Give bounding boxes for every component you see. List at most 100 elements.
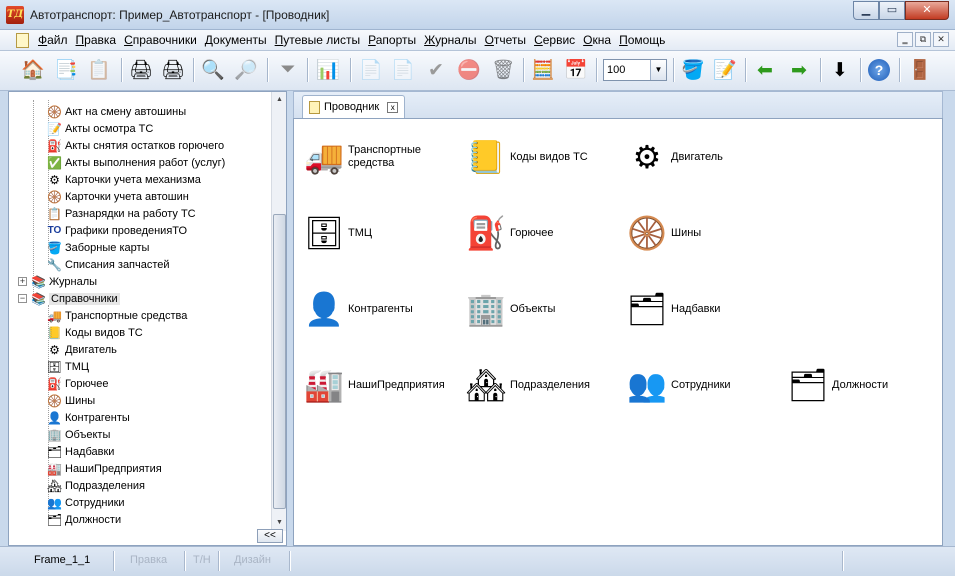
explorer-tile[interactable]: 🚚 Транспортные средства: [300, 133, 430, 181]
tree-item[interactable]: ⚙ Карточки учета механизма: [47, 171, 201, 188]
tree-item[interactable]: ✅ Акты выполнения работ (услуг): [47, 154, 225, 171]
minimize-button[interactable]: ▁: [853, 1, 879, 20]
tree-item-icon: 👥: [47, 495, 62, 510]
menu-item[interactable]: Документы: [205, 33, 273, 47]
zoom-combobox[interactable]: ▼: [603, 59, 667, 81]
paste-icon[interactable]: 📋: [86, 57, 112, 83]
filter-icon[interactable]: ⏷: [275, 57, 301, 83]
tree-item[interactable]: 🏢 Объекты: [47, 426, 110, 443]
help-icon[interactable]: ?: [868, 59, 890, 81]
tab-explorer[interactable]: Проводник x: [302, 95, 406, 118]
notes-icon[interactable]: 📝: [712, 57, 738, 83]
explorer-tile[interactable]: 🏢 Объекты: [462, 285, 555, 333]
tree-item[interactable]: 🗂 Надбавки: [47, 443, 115, 460]
tree-item-label: Надбавки: [65, 445, 115, 458]
tree-item[interactable]: 🗄 ТМЦ: [47, 358, 89, 375]
menu-item[interactable]: Рапорты: [368, 33, 422, 47]
tree-item[interactable]: ТО Графики проведенияТО: [47, 222, 187, 239]
tree-item[interactable]: 🪣 Заборные карты: [47, 239, 149, 256]
close-button[interactable]: ✕: [905, 1, 949, 20]
tree-item[interactable]: 📋 Разнарядки на работу ТС: [47, 205, 196, 222]
explorer-tile[interactable]: 👤 Контрагенты: [300, 285, 413, 333]
calendar-icon[interactable]: 📅: [563, 57, 589, 83]
explorer-tile[interactable]: 🗂 Должности: [784, 361, 888, 409]
download-icon[interactable]: ⬇: [827, 57, 853, 83]
back-icon[interactable]: ⬅: [752, 57, 778, 83]
tree-item[interactable]: ⛽ Акты снятия остатков горючего: [47, 137, 224, 154]
tree-item-label: Акт на смену автошины: [65, 105, 187, 118]
maximize-button[interactable]: ▭: [879, 1, 905, 20]
tree-item[interactable]: 🏘 Подразделения: [47, 477, 145, 494]
menu-item[interactable]: Сервис: [534, 33, 581, 47]
tile-icon: 🏘: [465, 367, 507, 403]
tree-item[interactable]: 👤 Контрагенты: [47, 409, 130, 426]
home-icon[interactable]: 🏠: [20, 57, 46, 83]
approve-icon[interactable]: ✔: [423, 57, 449, 83]
tree-item[interactable]: 🏭 НашиПредприятия: [47, 460, 162, 477]
scroll-up-icon[interactable]: ▲: [273, 93, 286, 107]
copy-docs-icon[interactable]: 📑: [53, 57, 79, 83]
explorer-tile[interactable]: 🛞 Шины: [623, 209, 701, 257]
tree-item[interactable]: 📝 Акты осмотра ТС: [47, 120, 153, 137]
menu-item[interactable]: Окна: [583, 33, 617, 47]
tree-item[interactable]: 📚 Журналы: [31, 273, 97, 290]
tile-icon: 🛞: [627, 215, 667, 251]
scrollbar-thumb[interactable]: [273, 214, 286, 509]
reject-icon[interactable]: ⛔: [456, 57, 482, 83]
menu-item[interactable]: Путевые листы: [275, 33, 367, 47]
tree-item[interactable]: 🗂 Должности: [47, 511, 121, 528]
explorer-tile[interactable]: 🗄 ТМЦ: [300, 209, 372, 257]
calculator-icon[interactable]: 🧮: [530, 57, 556, 83]
explorer-tile[interactable]: 👥 Сотрудники: [623, 361, 731, 409]
stack-icon[interactable]: 🪣: [680, 57, 706, 83]
tree-item-icon: 🚚: [47, 308, 62, 323]
explorer-tile[interactable]: ⛽ Горючее: [462, 209, 553, 257]
copy-doc-icon[interactable]: 📄: [390, 57, 416, 83]
menu-item[interactable]: Файл: [38, 33, 74, 47]
status-frame: Frame_1_1: [34, 554, 91, 566]
tree-item[interactable]: 🚚 Транспортные средства: [47, 307, 187, 324]
forward-icon[interactable]: ➡: [786, 57, 812, 83]
tree-item[interactable]: 📒 Коды видов ТС: [47, 324, 143, 341]
collapse-panel-button[interactable]: <<: [257, 529, 283, 543]
expand-icon[interactable]: +: [18, 277, 27, 286]
tree-item[interactable]: 📚 Справочники: [31, 290, 120, 307]
mdi-restore-button[interactable]: ⧉: [915, 32, 931, 47]
tree-item[interactable]: 🛞 Шины: [47, 392, 95, 409]
mdi-close-button[interactable]: ✕: [933, 32, 949, 47]
explorer-tile[interactable]: 📒 Коды видов ТС: [462, 133, 588, 181]
scroll-down-icon[interactable]: ▼: [273, 516, 286, 530]
menu-item[interactable]: Отчеты: [485, 33, 533, 47]
explorer-tile[interactable]: 🏘 Подразделения: [462, 361, 590, 409]
collapse-icon[interactable]: −: [18, 294, 27, 303]
tree-item[interactable]: 👥 Сотрудники: [47, 494, 125, 511]
tree-item[interactable]: 🛞 Карточки учета автошин: [47, 188, 189, 205]
vertical-scrollbar[interactable]: ▲ ▼: [271, 92, 286, 531]
tree-item[interactable]: ⚙ Двигатель: [47, 341, 117, 358]
explorer-tile[interactable]: 🏭 НашиПредприятия: [300, 361, 445, 409]
print-preview-icon[interactable]: 🖨: [128, 57, 154, 83]
menu-item[interactable]: Справочники: [124, 33, 203, 47]
explorer-tile[interactable]: ⚙ Двигатель: [623, 133, 723, 181]
document-icon[interactable]: [16, 33, 29, 48]
menu-item[interactable]: Помощь: [619, 33, 671, 47]
tree-item-icon: 🛞: [47, 104, 62, 119]
print-icon[interactable]: 🖨: [160, 57, 186, 83]
delete-doc-icon[interactable]: 🗑: [490, 57, 516, 83]
tree-item[interactable]: 🛞 Акт на смену автошины: [47, 103, 186, 120]
tile-icon: 🏢: [466, 291, 506, 327]
exit-icon[interactable]: 🚪: [907, 57, 933, 83]
explorer-tile[interactable]: 🗂 Надбавки: [623, 285, 721, 333]
zoom-icon[interactable]: 🔎: [233, 57, 259, 83]
new-doc-icon[interactable]: 📄: [358, 57, 384, 83]
close-tab-icon[interactable]: x: [387, 101, 399, 113]
mdi-minimize-button[interactable]: ‗: [897, 32, 913, 47]
menu-item[interactable]: Журналы: [424, 33, 482, 47]
menu-item[interactable]: Правка: [76, 33, 123, 47]
tree-item[interactable]: 🔧 Списания запчастей: [47, 256, 170, 273]
chevron-down-icon[interactable]: ▼: [650, 60, 666, 80]
zoom-input[interactable]: [604, 60, 650, 80]
tree-item[interactable]: ⛽ Горючее: [47, 375, 108, 392]
search-icon[interactable]: 🔍: [200, 57, 226, 83]
chart-icon[interactable]: 📊: [315, 57, 341, 83]
